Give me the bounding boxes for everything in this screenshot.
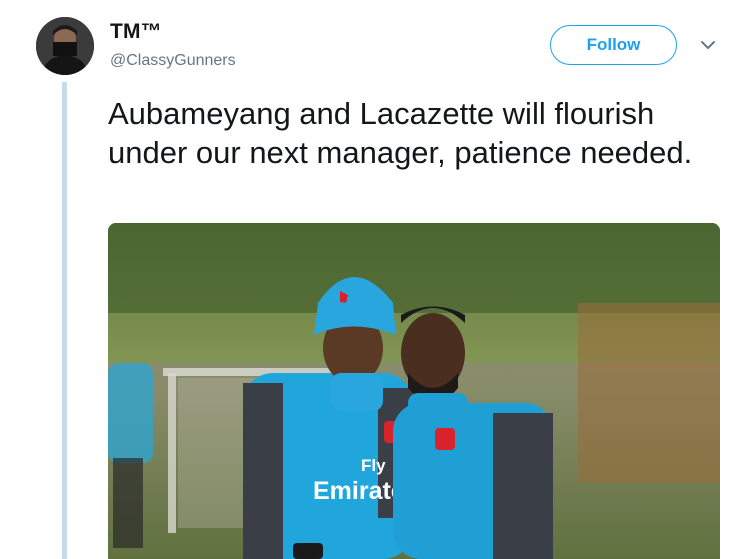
user-handle[interactable]: @ClassyGunners — [110, 52, 236, 70]
shirt-sponsor-line1: Fly — [361, 456, 386, 475]
chevron-down-icon[interactable] — [700, 38, 716, 50]
follow-button[interactable]: Follow — [550, 25, 677, 65]
tweet-media-photo[interactable]: Fly Emirates — [108, 223, 720, 559]
display-name[interactable]: TM™ — [110, 20, 162, 44]
thread-line — [62, 82, 67, 559]
avatar[interactable] — [36, 17, 94, 75]
tweet-text: Aubameyang and Lacazette will flourish u… — [108, 96, 693, 170]
